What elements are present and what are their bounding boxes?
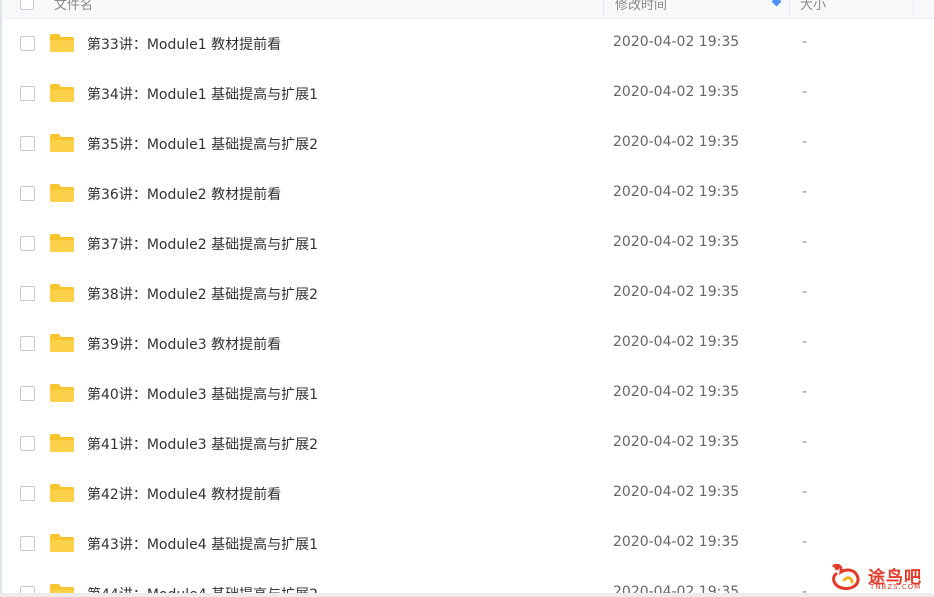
table-row[interactable]: 第41讲：Module3 基础提高与扩展2 2020-04-02 19:35 - <box>2 418 934 468</box>
row-checkbox[interactable] <box>20 486 35 501</box>
file-rows: 第33讲：Module1 教材提前看 2020-04-02 19:35- 第34讲：… <box>2 18 934 597</box>
row-checkbox[interactable] <box>20 36 35 51</box>
file-size: - <box>802 34 808 50</box>
row-checkbox[interactable] <box>20 336 35 351</box>
folder-icon <box>50 184 74 202</box>
modified-time: 2020-04-02 19:35 <box>613 34 740 50</box>
file-name[interactable]: 第35讲：Module1 基础提高与扩展2 <box>87 134 318 154</box>
folder-icon <box>50 134 74 152</box>
file-name[interactable]: 第41讲：Module3 基础提高与扩展2 <box>87 434 318 454</box>
sort-descending-icon[interactable] <box>771 0 782 7</box>
list-bottom-border <box>0 593 934 597</box>
file-size: - <box>802 334 808 350</box>
column-header-modified-time[interactable]: 修改时间 <box>615 0 667 13</box>
file-name[interactable]: 第38讲：Module2 基础提高与扩展2 <box>87 284 318 304</box>
file-size: - <box>802 534 808 550</box>
table-row[interactable]: 第39讲：Module3 教材提前看 2020-04-02 19:35 - <box>2 318 934 368</box>
table-row[interactable]: 第34讲：Module1 基础提高与扩展1 2020-04-02 19:35 - <box>2 68 934 118</box>
table-row[interactable]: 第38讲：Module2 基础提高与扩展2 2020-04-02 19:35 - <box>2 268 934 318</box>
list-header: 文件名 修改时间 大小 <box>2 0 934 19</box>
row-checkbox[interactable] <box>20 186 35 201</box>
file-list-view: 文件名 修改时间 大小 第33讲：Module1 教材提前看 2020-04-02… <box>0 0 934 597</box>
modified-time: 2020-04-02 19:35 <box>613 384 740 400</box>
file-name[interactable]: 第33讲：Module1 教材提前看 <box>87 34 281 54</box>
modified-time: 2020-04-02 19:35 <box>613 334 740 350</box>
folder-icon <box>50 84 74 102</box>
file-size: - <box>802 484 808 500</box>
row-checkbox[interactable] <box>20 536 35 551</box>
modified-time: 2020-04-02 19:35 <box>613 434 740 450</box>
file-name[interactable]: 第42讲：Module4 教材提前看 <box>87 484 281 504</box>
modified-time: 2020-04-02 19:35 <box>613 84 740 100</box>
modified-time: 2020-04-02 19:35 <box>613 184 740 200</box>
column-header-size[interactable]: 大小 <box>800 0 826 13</box>
row-checkbox[interactable] <box>20 136 35 151</box>
column-header-name[interactable]: 文件名 <box>54 0 93 13</box>
select-all-checkbox[interactable] <box>20 0 34 10</box>
folder-icon <box>50 484 74 502</box>
folder-icon <box>50 434 74 452</box>
row-checkbox[interactable] <box>20 286 35 301</box>
modified-time: 2020-04-02 19:35 <box>613 284 740 300</box>
file-size: - <box>802 434 808 450</box>
watermark-subtext: TNBZS.COM <box>870 583 922 591</box>
folder-icon <box>50 234 74 252</box>
table-row[interactable]: 第42讲：Module4 教材提前看 2020-04-02 19:35 - <box>2 468 934 518</box>
table-row[interactable]: 第36讲：Module2 教材提前看 2020-04-02 19:35 - <box>2 168 934 218</box>
file-size: - <box>802 284 808 300</box>
file-name[interactable]: 第36讲：Module2 教材提前看 <box>87 184 281 204</box>
site-watermark: 途鸟吧 TNBZS.COM <box>828 560 928 592</box>
row-checkbox[interactable] <box>20 86 35 101</box>
folder-icon <box>50 384 74 402</box>
file-size: - <box>802 234 808 250</box>
file-size: - <box>802 184 808 200</box>
file-size: - <box>802 384 808 400</box>
file-name[interactable]: 第37讲：Module2 基础提高与扩展1 <box>87 234 318 254</box>
modified-time: 2020-04-02 19:35 <box>613 484 740 500</box>
modified-time: 2020-04-02 19:35 <box>613 534 740 550</box>
file-name[interactable]: 第40讲：Module3 基础提高与扩展1 <box>87 384 318 404</box>
row-checkbox[interactable] <box>20 436 35 451</box>
file-size: - <box>802 84 808 100</box>
column-divider[interactable] <box>789 0 790 18</box>
modified-time: 2020-04-02 19:35 <box>613 234 740 250</box>
file-size: - <box>802 134 808 150</box>
folder-icon <box>50 34 74 52</box>
row-checkbox[interactable] <box>20 236 35 251</box>
folder-icon <box>50 284 74 302</box>
column-divider[interactable] <box>603 0 604 18</box>
column-divider[interactable] <box>913 0 914 18</box>
table-row[interactable]: 第40讲：Module3 基础提高与扩展1 2020-04-02 19:35 - <box>2 368 934 418</box>
file-name[interactable]: 第34讲：Module1 基础提高与扩展1 <box>87 84 318 104</box>
modified-time: 2020-04-02 19:35 <box>613 134 740 150</box>
watermark-logo-icon <box>832 563 860 590</box>
table-row[interactable]: 第43讲：Module4 基础提高与扩展1 2020-04-02 19:35 - <box>2 518 934 568</box>
file-name[interactable]: 第39讲：Module3 教材提前看 <box>87 334 281 354</box>
row-checkbox[interactable] <box>20 386 35 401</box>
file-name[interactable]: 第43讲：Module4 基础提高与扩展1 <box>87 534 318 554</box>
table-row[interactable]: 第35讲：Module1 基础提高与扩展2 2020-04-02 19:35 - <box>2 118 934 168</box>
folder-icon <box>50 534 74 552</box>
table-row[interactable]: 第37讲：Module2 基础提高与扩展1 2020-04-02 19:35 - <box>2 218 934 268</box>
folder-icon <box>50 334 74 352</box>
table-row[interactable]: 第33讲：Module1 教材提前看 2020-04-02 19:35 - <box>2 18 934 68</box>
